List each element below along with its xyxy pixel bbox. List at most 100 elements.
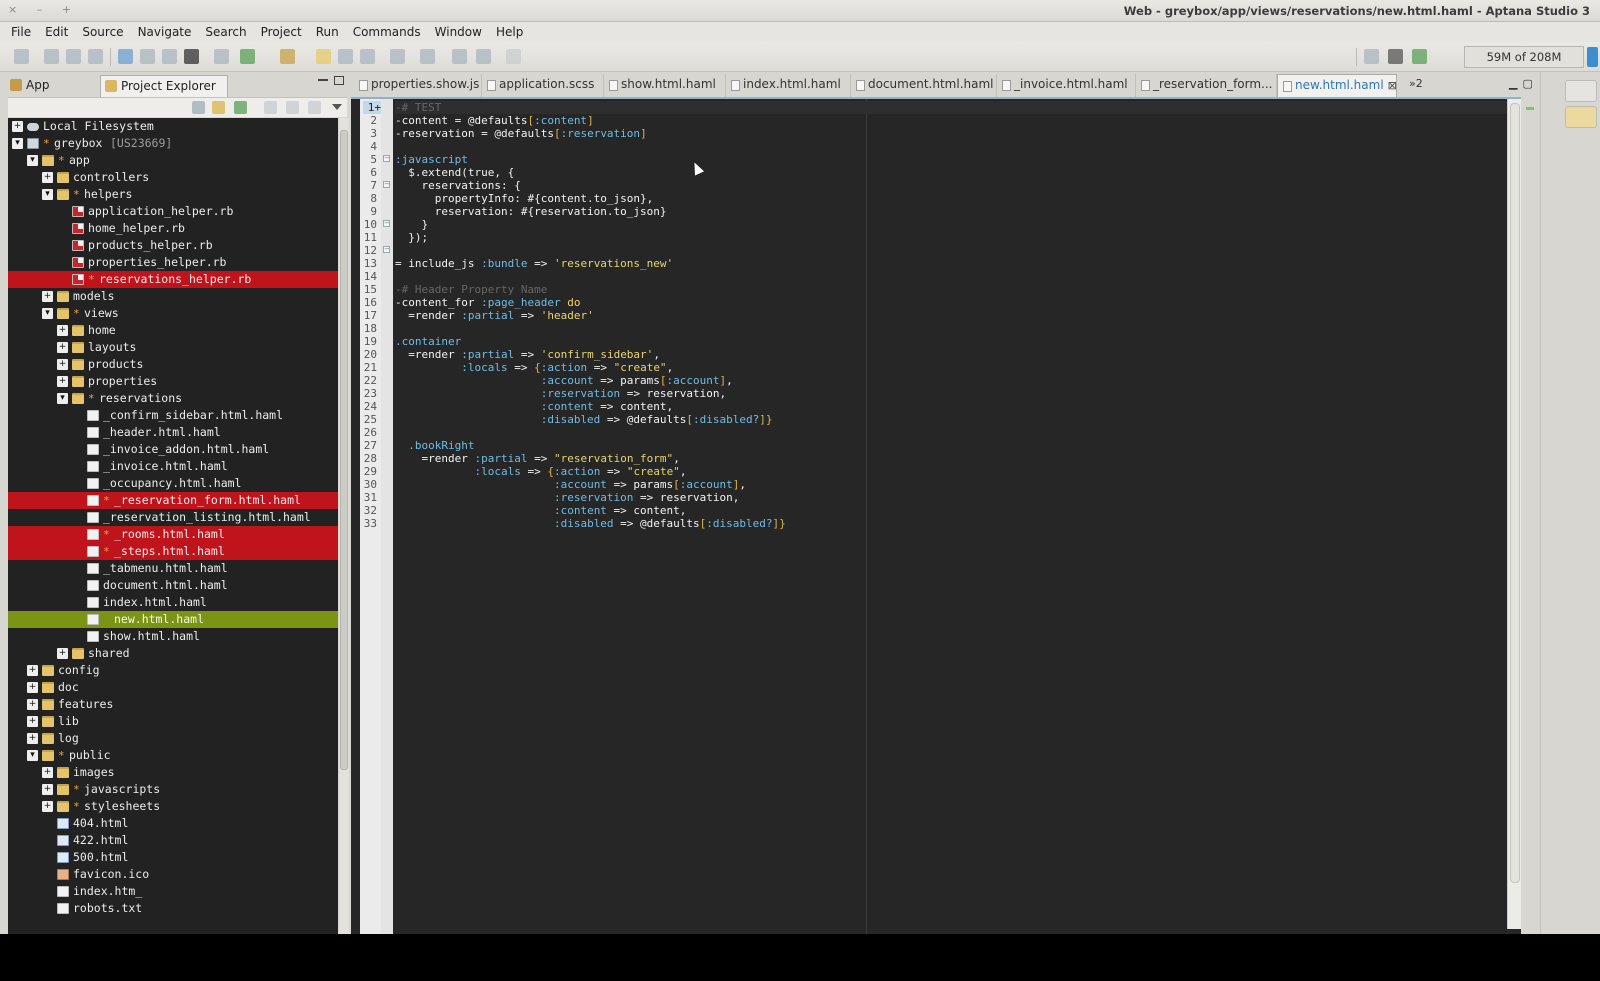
editor-tab[interactable]: document.html.haml [851,74,997,97]
expand-icon[interactable]: + [27,733,38,744]
tree-item[interactable]: * reservations_helper.rb [8,271,338,288]
code-line[interactable]: .bookRight [395,439,474,452]
expand-icon[interactable]: + [27,716,38,727]
editor-tab[interactable]: _invoice.html.haml [997,74,1136,97]
collapse-icon[interactable]: ▾ [12,138,23,149]
view-menu-icon[interactable] [332,104,342,110]
tree-item[interactable]: + layouts [8,339,338,356]
tree-item[interactable]: 500.html [8,849,338,866]
menu-help[interactable]: Help [489,25,530,39]
tree-item[interactable]: _occupancy.html.haml [8,475,338,492]
code-line[interactable]: :account => params[:account], [395,478,746,491]
debug-perspective-icon[interactable] [1412,49,1427,64]
prev-annotation-icon[interactable] [420,49,435,64]
code-line[interactable]: -# Header Property Name [395,283,547,296]
editor-scrollbar[interactable] [1507,99,1521,929]
deploy-icon[interactable] [214,49,229,64]
web-perspective-icon[interactable] [1388,49,1403,64]
code-line[interactable]: :content => content, [395,400,673,413]
tree-item[interactable]: home_helper.rb [8,220,338,237]
expand-icon[interactable]: + [27,699,38,710]
expand-icon[interactable]: + [57,359,68,370]
menu-edit[interactable]: Edit [38,25,75,39]
menu-navigate[interactable]: Navigate [131,25,199,39]
tree-item[interactable]: robots.txt [8,900,338,917]
tree-item[interactable]: + properties [8,373,338,390]
tree-item[interactable]: ▾ * public [8,747,338,764]
expand-icon[interactable]: + [57,325,68,336]
next-annotation-icon[interactable] [390,49,405,64]
whitespace-icon[interactable] [338,49,353,64]
tree-item[interactable]: favicon.ico [8,866,338,883]
link-editor-icon[interactable] [212,101,225,114]
heap-status[interactable]: 59M of 208M [1464,46,1584,68]
maximize-icon[interactable] [334,76,344,85]
pilcrow-icon[interactable] [360,49,375,64]
tree-item[interactable]: + home [8,322,338,339]
tree-item[interactable]: index.html.haml [8,594,338,611]
fold-toggle-icon[interactable]: − [383,181,390,188]
terminal-icon[interactable] [184,49,199,64]
tree-item[interactable]: _tabmenu.html.haml [8,560,338,577]
code-line[interactable]: $.extend(true, { [395,166,514,179]
tree-item[interactable]: ▾ * app [8,152,338,169]
editor-tab[interactable]: properties.show.js [354,74,482,97]
tree-item[interactable]: ▾ * greybox [US23669] [8,135,338,152]
expand-icon[interactable]: + [42,172,53,183]
overview-marker[interactable] [1526,107,1534,110]
tree-item[interactable]: _header.html.haml [8,424,338,441]
code-line[interactable]: :reservation => reservation, [395,491,739,504]
tree-item[interactable]: + images [8,764,338,781]
code-line[interactable]: } [395,218,428,231]
collapse-all-icon[interactable] [192,101,205,114]
tree-item[interactable]: application_helper.rb [8,203,338,220]
fold-toggle-icon[interactable]: − [383,155,390,162]
scrollbar-thumb[interactable] [1510,103,1520,883]
expand-icon[interactable]: + [42,291,53,302]
window-controls[interactable]: × – + [8,3,79,16]
save-icon[interactable] [44,49,59,64]
tree-item[interactable]: + Local Filesystem [8,118,338,135]
debug-icon[interactable] [240,49,255,64]
editor-window-controls[interactable]: ▁▢ [1509,77,1538,90]
tree-item[interactable]: index.htm_ [8,883,338,900]
code-line[interactable]: -reservation = @defaults[:reservation] [395,127,647,140]
menu-source[interactable]: Source [75,25,130,39]
save-all-icon[interactable] [66,49,81,64]
tree-item[interactable]: + config [8,662,338,679]
toggle-view-icon[interactable] [118,49,133,64]
close-icon[interactable]: ⊠ [1388,79,1397,92]
code-editor[interactable]: 1+ -# TEST 2 -content = @defaults[:content]… [351,97,1521,936]
tree-item[interactable]: _reservation_listing.html.haml [8,509,338,526]
code-line[interactable]: }); [395,231,428,244]
expand-icon[interactable]: + [57,376,68,387]
tree-item[interactable]: 422.html [8,832,338,849]
menu-search[interactable]: Search [198,25,253,39]
tab-project-explorer[interactable]: Project Explorer ⊠ [100,75,228,113]
code-line[interactable]: :reservation => reservation, [395,387,726,400]
tree-item[interactable]: + doc [8,679,338,696]
new-icon[interactable] [14,49,29,64]
menu-project[interactable]: Project [254,25,309,39]
tree-item[interactable]: + models [8,288,338,305]
tree-scrollbar[interactable] [339,118,349,934]
tree-item[interactable]: 404.html [8,815,338,832]
code-line[interactable]: :content => content, [395,504,686,517]
expand-icon[interactable]: + [27,682,38,693]
tree-item[interactable]: new.html.haml [8,611,338,628]
collapse-icon[interactable]: ▾ [42,308,53,319]
expand-icon[interactable]: + [42,767,53,778]
tree-item[interactable]: * _steps.html.haml [8,543,338,560]
tree-item[interactable]: + * stylesheets [8,798,338,815]
code-line[interactable]: :disabled => @defaults[:disabled?]} [395,517,786,530]
tab-app-explorer[interactable]: App Explorer [6,75,99,112]
code-line[interactable]: :disabled => @defaults[:disabled?]} [395,413,773,426]
collapse-icon[interactable]: ▾ [57,393,68,404]
tree-item[interactable]: + products [8,356,338,373]
tree-item[interactable]: * _reservation_form.html.haml [8,492,338,509]
collapse-icon[interactable]: ▾ [27,155,38,166]
expand-icon[interactable]: + [57,342,68,353]
tree-item[interactable]: ▾ * helpers [8,186,338,203]
menu-commands[interactable]: Commands [346,25,428,39]
code-line[interactable]: reservations: { [395,179,520,192]
